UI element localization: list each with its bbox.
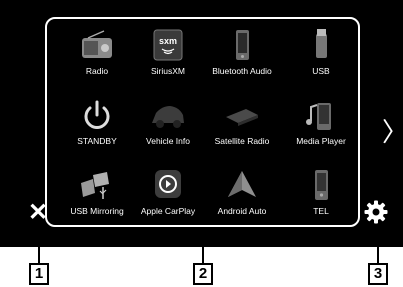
media-player-icon bbox=[306, 103, 331, 130]
callout-leader-2 bbox=[202, 228, 204, 263]
tile-label: Satellite Radio bbox=[214, 136, 270, 146]
radio-icon bbox=[82, 30, 112, 58]
standby-icon bbox=[84, 100, 110, 129]
bluetooth-audio-icon bbox=[236, 30, 249, 60]
tile-standby[interactable]: STANDBY bbox=[62, 95, 132, 155]
tel-icon bbox=[315, 170, 328, 200]
next-page-arrow[interactable]: 〉 bbox=[382, 112, 403, 149]
tile-bluetooth-audio[interactable]: Bluetooth Audio bbox=[207, 25, 277, 85]
tile-usb-mirroring[interactable]: USB Mirroring bbox=[62, 165, 132, 225]
tile-siriusxm[interactable]: sxm SiriusXM bbox=[133, 25, 203, 85]
tile-label: Android Auto bbox=[217, 206, 267, 216]
tile-vehicle-info[interactable]: Vehicle Info bbox=[133, 95, 203, 155]
close-button[interactable]: ✕ bbox=[28, 198, 48, 227]
usb-mirroring-icon bbox=[81, 172, 109, 199]
tile-usb[interactable]: USB bbox=[286, 25, 356, 85]
apple-carplay-icon bbox=[155, 170, 181, 198]
tile-media-player[interactable]: Media Player bbox=[286, 95, 356, 155]
tile-label: TEL bbox=[313, 206, 329, 216]
callout-leader-3 bbox=[377, 228, 379, 263]
callout-leader-1 bbox=[38, 228, 40, 263]
tile-radio[interactable]: Radio bbox=[62, 25, 132, 85]
callout-1: 1 bbox=[29, 263, 49, 285]
satellite-icon bbox=[226, 109, 258, 126]
android-auto-icon bbox=[228, 171, 256, 197]
vehicle-icon bbox=[152, 106, 184, 128]
svg-text:sxm: sxm bbox=[159, 36, 177, 46]
tile-tel[interactable]: TEL bbox=[286, 165, 356, 225]
tile-label: Media Player bbox=[296, 136, 346, 146]
callout-3: 3 bbox=[368, 263, 388, 285]
source-select-screen: Radio sxm SiriusXM Bluetooth Audio USB S… bbox=[0, 0, 403, 247]
usb-icon bbox=[316, 29, 327, 58]
tile-apple-carplay[interactable]: Apple CarPlay bbox=[133, 165, 203, 225]
tile-android-auto[interactable]: Android Auto bbox=[207, 165, 277, 225]
settings-gear-icon[interactable] bbox=[364, 200, 388, 224]
tile-satellite-radio[interactable]: Satellite Radio bbox=[207, 95, 277, 155]
tile-label: USB bbox=[312, 66, 330, 76]
tile-label: Bluetooth Audio bbox=[212, 66, 272, 76]
siriusxm-icon: sxm bbox=[153, 29, 183, 61]
callout-2: 2 bbox=[193, 263, 213, 285]
